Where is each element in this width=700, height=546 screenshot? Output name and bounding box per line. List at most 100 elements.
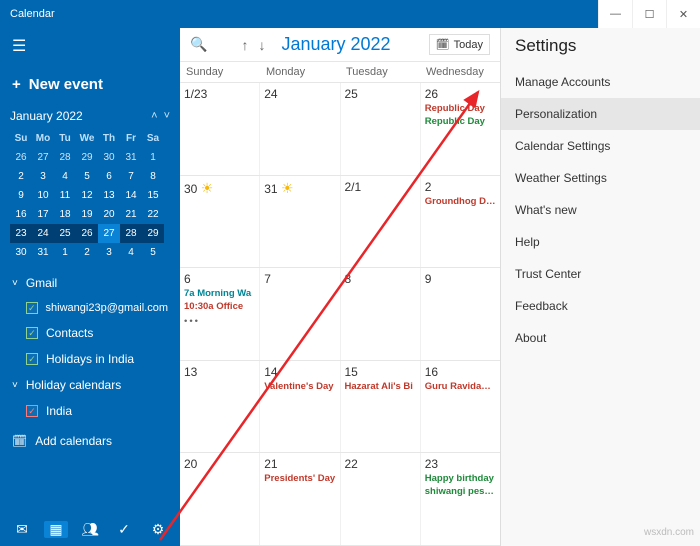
- day-cell[interactable]: 30 ☀: [180, 176, 260, 268]
- todo-icon[interactable]: ✓: [112, 521, 136, 538]
- mini-day[interactable]: 29: [76, 148, 98, 167]
- day-cell[interactable]: 21Presidents' Day: [260, 453, 340, 545]
- mini-day[interactable]: 15: [142, 186, 164, 205]
- settings-item-manage-accounts[interactable]: Manage Accounts: [501, 66, 700, 98]
- mini-day[interactable]: 4: [120, 243, 142, 262]
- mini-day[interactable]: 28: [120, 224, 142, 243]
- settings-item-calendar-settings[interactable]: Calendar Settings: [501, 130, 700, 162]
- mini-day[interactable]: 30: [10, 243, 32, 262]
- mini-day[interactable]: 6: [98, 167, 120, 186]
- today-button[interactable]: 🗓︎ Today: [429, 34, 490, 55]
- day-cell[interactable]: 9: [421, 268, 500, 360]
- event-item[interactable]: 10:30a Office: [184, 301, 255, 312]
- holiday-calendars-section[interactable]: ˅ Holiday calendars: [0, 372, 180, 398]
- mini-day[interactable]: 31: [32, 243, 54, 262]
- mini-day[interactable]: 10: [32, 186, 54, 205]
- day-cell[interactable]: 22: [341, 453, 421, 545]
- event-item[interactable]: Happy birthday: [425, 473, 496, 484]
- contacts-item[interactable]: ✓ Contacts: [0, 320, 180, 346]
- mini-day[interactable]: 2: [10, 167, 32, 186]
- mini-prev-icon[interactable]: ˄: [151, 110, 157, 122]
- mini-day[interactable]: 31: [120, 148, 142, 167]
- prev-month-button[interactable]: ↑: [241, 37, 248, 53]
- mini-day[interactable]: 12: [76, 186, 98, 205]
- event-item[interactable]: Presidents' Day: [264, 473, 335, 484]
- settings-item-feedback[interactable]: Feedback: [501, 290, 700, 322]
- minimize-button[interactable]: —: [598, 0, 632, 28]
- event-item[interactable]: •••: [184, 316, 255, 327]
- mini-day[interactable]: 28: [54, 148, 76, 167]
- day-cell[interactable]: 1/23: [180, 83, 260, 175]
- next-month-button[interactable]: ↓: [258, 37, 265, 53]
- event-item[interactable]: Groundhog Day: [425, 196, 496, 207]
- mini-day[interactable]: 4: [54, 167, 76, 186]
- event-item[interactable]: Guru Ravidas Ja: [425, 381, 496, 392]
- mini-day[interactable]: 13: [98, 186, 120, 205]
- event-item[interactable]: 7a Morning Wa: [184, 288, 255, 299]
- mini-day[interactable]: 8: [142, 167, 164, 186]
- mini-day[interactable]: 29: [142, 224, 164, 243]
- mini-day[interactable]: 23: [10, 224, 32, 243]
- event-item[interactable]: Hazarat Ali's Bi: [345, 381, 416, 392]
- mini-day[interactable]: 27: [98, 224, 120, 243]
- settings-item-personalization[interactable]: Personalization: [501, 98, 700, 130]
- mini-day[interactable]: 2: [76, 243, 98, 262]
- event-item[interactable]: Republic Day: [425, 116, 496, 127]
- india-item[interactable]: ✓ India: [0, 398, 180, 424]
- mini-day[interactable]: 24: [32, 224, 54, 243]
- people-icon[interactable]: 👥︎: [78, 521, 102, 538]
- day-cell[interactable]: 8: [341, 268, 421, 360]
- add-calendars-button[interactable]: 🗓︎ Add calendars: [0, 424, 180, 458]
- day-cell[interactable]: 16Guru Ravidas Ja: [421, 361, 500, 453]
- day-cell[interactable]: 15Hazarat Ali's Bi: [341, 361, 421, 453]
- mini-day[interactable]: 1: [54, 243, 76, 262]
- mini-day[interactable]: 1: [142, 148, 164, 167]
- mini-day[interactable]: 25: [54, 224, 76, 243]
- settings-item-weather-settings[interactable]: Weather Settings: [501, 162, 700, 194]
- mini-day[interactable]: 22: [142, 205, 164, 224]
- day-cell[interactable]: 67a Morning Wa10:30a Office•••: [180, 268, 260, 360]
- day-cell[interactable]: 13: [180, 361, 260, 453]
- mini-day[interactable]: 5: [142, 243, 164, 262]
- event-item[interactable]: shiwangi peswa: [425, 486, 496, 497]
- day-cell[interactable]: 7: [260, 268, 340, 360]
- mini-day[interactable]: 3: [98, 243, 120, 262]
- settings-item-what-s-new[interactable]: What's new: [501, 194, 700, 226]
- mini-day[interactable]: 19: [76, 205, 98, 224]
- event-item[interactable]: Republic Day: [425, 103, 496, 114]
- settings-item-about[interactable]: About: [501, 322, 700, 354]
- settings-item-trust-center[interactable]: Trust Center: [501, 258, 700, 290]
- checkbox-icon[interactable]: ✓: [26, 353, 38, 365]
- maximize-button[interactable]: ☐: [632, 0, 666, 28]
- mini-day[interactable]: 11: [54, 186, 76, 205]
- mini-day[interactable]: 26: [10, 148, 32, 167]
- mini-day[interactable]: 5: [76, 167, 98, 186]
- day-cell[interactable]: 24: [260, 83, 340, 175]
- search-icon[interactable]: 🔍: [190, 36, 207, 53]
- close-button[interactable]: ✕: [666, 0, 700, 28]
- mini-day[interactable]: 27: [32, 148, 54, 167]
- day-cell[interactable]: 14Valentine's Day: [260, 361, 340, 453]
- hamburger-icon[interactable]: ☰: [0, 28, 180, 64]
- checkbox-icon[interactable]: ✓: [26, 405, 38, 417]
- checkbox-icon[interactable]: ✓: [26, 302, 38, 314]
- checkbox-icon[interactable]: ✓: [26, 327, 38, 339]
- day-cell[interactable]: 2/1: [341, 176, 421, 268]
- holidays-india-item[interactable]: ✓ Holidays in India: [0, 346, 180, 372]
- new-event-button[interactable]: + New event: [0, 64, 180, 105]
- mini-day[interactable]: 17: [32, 205, 54, 224]
- day-cell[interactable]: 23Happy birthdayshiwangi peswa: [421, 453, 500, 545]
- mini-day[interactable]: 3: [32, 167, 54, 186]
- mini-day[interactable]: 26: [76, 224, 98, 243]
- gmail-account-item[interactable]: ✓ shiwangi23p@gmail.com: [0, 296, 180, 320]
- mini-day[interactable]: 14: [120, 186, 142, 205]
- day-cell[interactable]: 2Groundhog Day: [421, 176, 500, 268]
- mini-day[interactable]: 18: [54, 205, 76, 224]
- mini-next-icon[interactable]: ˅: [164, 110, 170, 122]
- mini-day[interactable]: 21: [120, 205, 142, 224]
- calendar-icon[interactable]: ▦: [44, 521, 68, 538]
- mini-day[interactable]: 9: [10, 186, 32, 205]
- day-cell[interactable]: 26Republic DayRepublic Day: [421, 83, 500, 175]
- mini-day[interactable]: 16: [10, 205, 32, 224]
- gmail-section[interactable]: ˅ Gmail: [0, 270, 180, 296]
